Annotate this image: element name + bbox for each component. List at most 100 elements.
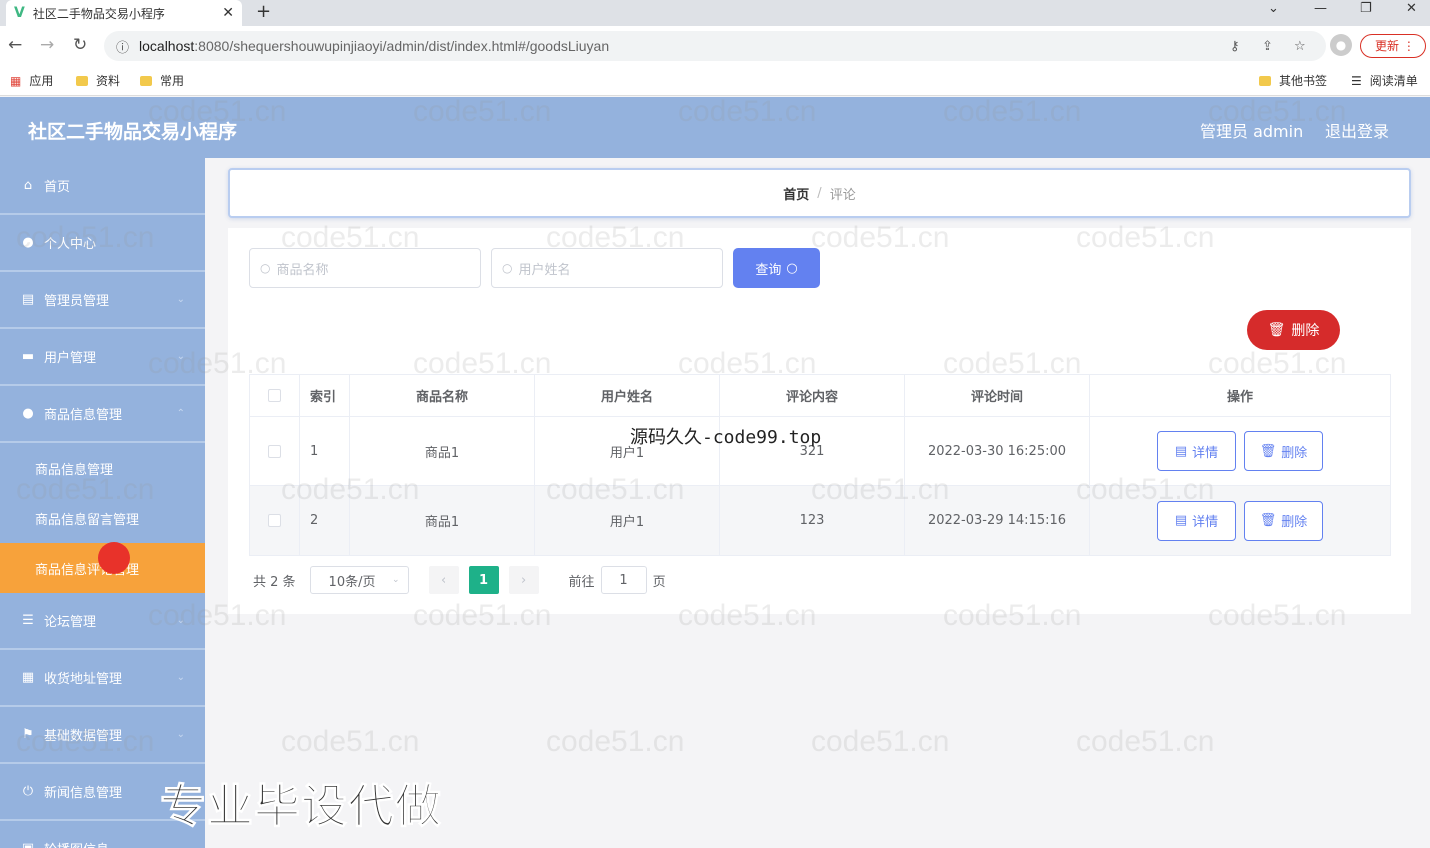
delete-button[interactable]: 🗑 删除	[1244, 431, 1323, 471]
detail-button[interactable]: ▤ 详情	[1157, 500, 1236, 541]
grid-icon: ▦	[21, 670, 35, 685]
table-header-row: 索引 商品名称 用户姓名 评论内容 评论时间 操作	[250, 375, 1390, 417]
restore-icon[interactable]: ❐	[1360, 1, 1372, 16]
home-icon: ⌂	[23, 178, 33, 193]
url-path: :8080/shequershouwupinjiaoyi/admin/dist/…	[194, 38, 610, 54]
address-bar-row: ← → ↻ ⓘ localhost:8080/shequershouwupinj…	[0, 26, 1430, 66]
detail-label: 详情	[1192, 515, 1219, 530]
share-icon[interactable]: ⇪	[1262, 39, 1273, 54]
cell-goods-name: 商品1	[350, 486, 535, 555]
delete-label: 删除	[1291, 323, 1320, 339]
sidebar-item-basedata[interactable]: ⚑ 基础数据管理 ⌄	[0, 707, 205, 764]
url-host: localhost	[139, 38, 195, 54]
column-header: 评论内容	[720, 375, 905, 416]
chevron-down-icon: ⌄	[176, 615, 185, 626]
row-checkbox[interactable]	[268, 444, 281, 458]
folder-icon	[76, 75, 88, 86]
sidebar-item-label: 轮播图信息	[44, 839, 109, 848]
breadcrumb-home[interactable]: 首页	[783, 184, 809, 203]
column-header: 操作	[1226, 390, 1253, 405]
row-checkbox-cell	[250, 417, 300, 485]
goods-name-search-input[interactable]: ○ 商品名称	[249, 248, 481, 288]
column-header: 用户姓名	[535, 375, 720, 416]
sidebar-item-forum[interactable]: ☰ 论坛管理 ⌄	[0, 593, 205, 650]
sidebar-subitem-goods[interactable]: 商品信息管理	[0, 443, 205, 493]
reading-list-icon: ☰	[1351, 73, 1362, 88]
app-title: 社区二手物品交易小程序	[28, 121, 238, 143]
sidebar-item-admins[interactable]: ▤ 管理员管理 ⌄	[0, 272, 205, 329]
overlay-source-text: 源码久久-code99.top	[630, 427, 822, 448]
detail-button[interactable]: ▤ 详情	[1157, 431, 1236, 471]
sidebar-item-label: 个人中心	[44, 237, 97, 252]
logout-link[interactable]: 退出登录	[1325, 118, 1389, 142]
forward-icon[interactable]: →	[40, 35, 54, 55]
sidebar-item-address[interactable]: ▦ 收货地址管理 ⌄	[0, 650, 205, 707]
sidebar-item-label: 收货地址管理	[44, 672, 123, 687]
reading-list[interactable]: ☰ 阅读清单	[1351, 72, 1418, 89]
site-info-icon[interactable]: ⓘ	[116, 37, 129, 56]
cell-time: 2022-03-29 14:15:16	[905, 486, 1090, 555]
query-button[interactable]: 查询 ○	[733, 248, 820, 288]
key-icon[interactable]: ⚷	[1230, 39, 1240, 54]
breadcrumb: 首页 / 评论	[228, 168, 1411, 218]
user-name-placeholder: 用户姓名	[518, 262, 571, 278]
detail-label: 详情	[1192, 445, 1219, 461]
bookmark-other[interactable]: 其他书签	[1259, 72, 1327, 89]
bookmark-folder-1[interactable]: 资料	[76, 72, 120, 89]
profile-avatar-icon[interactable]: ●	[1330, 34, 1352, 56]
sidebar-item-users[interactable]: ▬ 用户管理 ⌄	[0, 329, 205, 386]
back-icon[interactable]: ←	[8, 35, 22, 55]
sidebar-item-home[interactable]: ⌂ 首页	[0, 158, 205, 215]
minimize-icon[interactable]: —	[1314, 1, 1327, 16]
next-page-button[interactable]: ›	[508, 566, 539, 594]
close-tab-icon[interactable]: ✕	[222, 5, 234, 21]
image-icon: ▣	[20, 841, 36, 848]
apps-grid-icon: ▦	[10, 73, 22, 88]
prev-page-button[interactable]: ‹	[428, 566, 459, 594]
search-icon: ○	[502, 261, 513, 275]
goto-page-value: 1	[619, 572, 628, 588]
cell-time: 2022-03-30 16:25:00	[905, 417, 1090, 485]
update-button[interactable]: 更新 ⋮	[1360, 34, 1426, 58]
bookmark-folder-2[interactable]: 常用	[140, 72, 184, 89]
pagination: 共 2 条 10条/页 ⌄ ‹ 1 › 前往 1 页	[253, 566, 666, 594]
page-number-current[interactable]: 1	[468, 566, 499, 594]
new-tab-icon[interactable]: +	[256, 1, 271, 22]
row-checkbox[interactable]	[268, 514, 281, 527]
bookmark-label: 常用	[160, 74, 185, 88]
delete-button[interactable]: 🗑 删除	[1244, 500, 1323, 541]
star-icon[interactable]: ☆	[1294, 39, 1306, 54]
cell-index: 2	[300, 486, 350, 555]
content-panel: ○ 商品名称 ○ 用户姓名 查询 ○ 🗑 删除 索引 商品名称 用户姓名 评论内容 评论…	[228, 228, 1411, 614]
delete-label: 删除	[1281, 445, 1308, 461]
sidebar-item-goods[interactable]: ● 商品信息管理 ⌃	[0, 386, 205, 443]
cursor-highlight	[98, 542, 130, 574]
cell-actions: ▤ 详情 🗑 删除	[1090, 417, 1390, 485]
sidebar-subitem-goods-messages[interactable]: 商品信息留言管理	[0, 493, 205, 543]
bookmark-apps[interactable]: ▦ 应用	[10, 72, 53, 89]
user-name-search-input[interactable]: ○ 用户姓名	[491, 248, 723, 288]
reload-icon[interactable]: ↻	[73, 35, 87, 55]
trash-icon: 🗑	[1259, 443, 1277, 459]
overlay-ad-text: 专业毕设代做	[160, 779, 442, 834]
select-all-checkbox[interactable]	[268, 389, 281, 402]
url-field[interactable]: ⓘ localhost:8080/shequershouwupinjiaoyi/…	[104, 31, 1326, 61]
sidebar: ⌂ 首页 ● 个人中心 ▤ 管理员管理 ⌄ ▬ 用户管理 ⌄ ● 商品信息管理 ⌃ 商品信息管理…	[0, 158, 205, 848]
tab-search-icon[interactable]: ⌄	[1268, 1, 1279, 16]
chevron-down-icon: ⌄	[176, 672, 185, 683]
goto-page-input[interactable]: 1	[600, 566, 647, 594]
query-label: 查询	[755, 262, 782, 278]
sidebar-item-label: 论坛管理	[44, 615, 97, 630]
sidebar-item-label: 基础数据管理	[44, 729, 123, 744]
vue-favicon-icon: V	[14, 5, 25, 21]
browser-tab[interactable]: V 社区二手物品交易小程序 ✕	[6, 0, 242, 26]
bookmark-label: 其他书签	[1279, 74, 1328, 88]
batch-delete-button[interactable]: 🗑 删除	[1247, 310, 1340, 350]
window-close-icon[interactable]: ✕	[1406, 1, 1417, 16]
page-size-select[interactable]: 10条/页 ⌄	[309, 566, 409, 594]
bookmark-label: 阅读清单	[1369, 74, 1418, 88]
bookmarks-bar: ▦ 应用 资料 常用 其他书签 ☰ 阅读清单	[0, 66, 1430, 96]
user-icon: ●	[22, 235, 34, 250]
sidebar-item-profile[interactable]: ● 个人中心	[0, 215, 205, 272]
chevron-down-icon: ⌄	[176, 351, 185, 362]
